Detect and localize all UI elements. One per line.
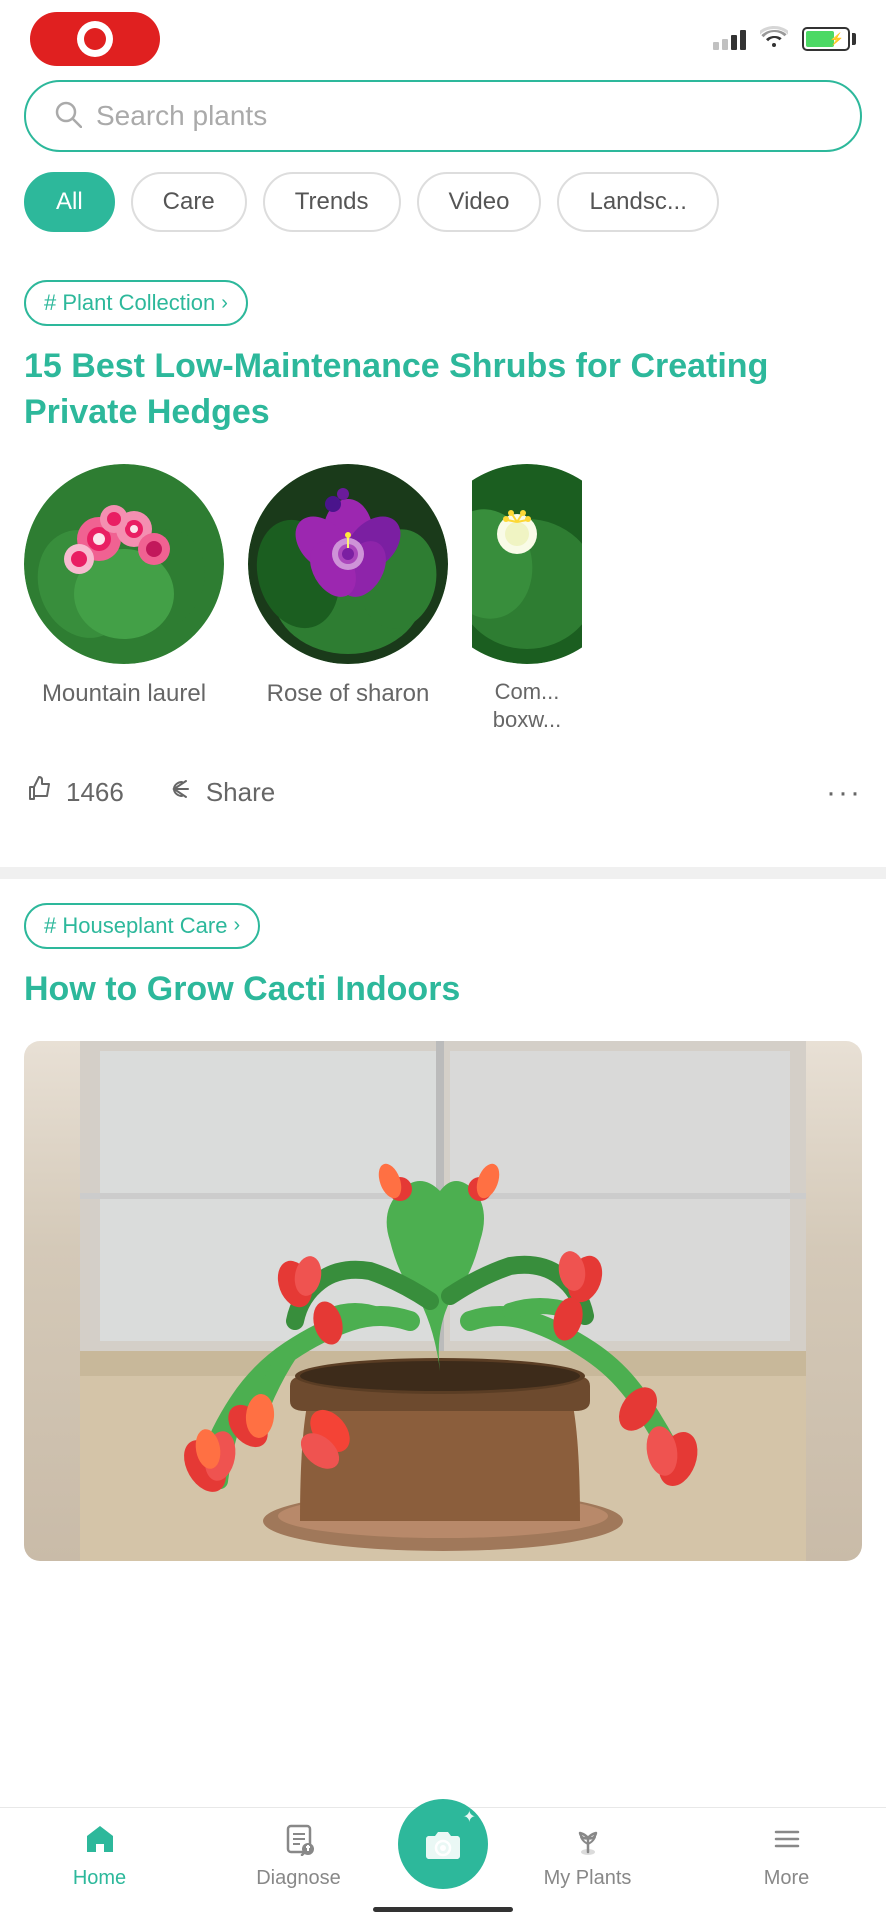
like-count: 1466 (66, 777, 124, 808)
tab-trends[interactable]: Trends (263, 172, 401, 232)
card2-title: How to Grow Cacti Indoors (24, 967, 862, 1013)
status-right: ⚡ (713, 25, 856, 53)
card-plant-collection: # Plant Collection › 15 Best Low-Mainten… (0, 256, 886, 847)
plant-name-mountain-laurel: Mountain laurel (42, 678, 206, 709)
home-indicator (373, 1907, 513, 1912)
record-dot (77, 21, 113, 57)
bottom-nav: Home Diagnose ✦ (0, 1807, 886, 1920)
signal-icon (713, 28, 746, 50)
plant-circle-rose-of-sharon (248, 464, 448, 664)
nav-myplants-label: My Plants (544, 1867, 632, 1890)
signal-bar-1 (713, 42, 719, 50)
record-inner (84, 28, 106, 50)
card-houseplant-care: # Houseplant Care › How to Grow Cacti In… (0, 867, 886, 1585)
share-icon (164, 773, 196, 813)
card1-title: 15 Best Low-Maintenance Shrubs for Creat… (24, 344, 862, 436)
thumbs-up-icon (24, 773, 56, 813)
tab-video[interactable]: Video (417, 172, 542, 232)
signal-bar-3 (731, 35, 737, 50)
search-bar-container: Search plants (0, 70, 886, 172)
tag-houseplant-label: # Houseplant Care (44, 913, 227, 939)
more-icon (770, 1822, 804, 1861)
tab-all[interactable]: All (24, 172, 115, 232)
nav-more-label: More (764, 1867, 810, 1890)
nav-diagnose[interactable]: Diagnose (199, 1822, 398, 1890)
share-label: Share (206, 777, 275, 808)
sparkle-icon: ✦ (463, 1807, 476, 1827)
cacti-scene (24, 1041, 862, 1561)
nav-home-label: Home (73, 1867, 126, 1890)
search-icon (54, 100, 82, 132)
record-button[interactable] (30, 12, 160, 66)
status-left (30, 12, 160, 66)
article-image-cacti[interactable] (24, 1041, 862, 1561)
plant-item-rose-of-sharon[interactable]: Rose of sharon (248, 464, 448, 735)
tab-care[interactable]: Care (131, 172, 247, 232)
tab-landscape[interactable]: Landsc... (557, 172, 718, 232)
share-button[interactable]: Share (164, 763, 275, 823)
like-button[interactable]: 1466 (24, 763, 124, 823)
tag-plant-collection[interactable]: # Plant Collection › (24, 280, 248, 326)
nav-more[interactable]: More (687, 1822, 886, 1890)
signal-bar-2 (722, 39, 728, 50)
nav-myplants[interactable]: My Plants (488, 1822, 687, 1890)
plant-name-rose-of-sharon: Rose of sharon (267, 678, 430, 709)
home-icon (83, 1822, 117, 1861)
nav-camera[interactable]: ✦ (398, 1823, 488, 1889)
card1-actions: 1466 Share ··· (24, 763, 862, 823)
status-bar: ⚡ (0, 0, 886, 70)
battery-icon: ⚡ (802, 27, 856, 51)
plant-item-mountain-laurel[interactable]: Mountain laurel (24, 464, 224, 735)
tag-label: # Plant Collection (44, 290, 215, 316)
plant-item-third[interactable]: Com...boxw... (472, 464, 582, 735)
plants-row: Mountain laurel (24, 464, 862, 735)
nav-home[interactable]: Home (0, 1822, 199, 1890)
plant-name-third: Com...boxw... (493, 678, 561, 735)
plant-circle-mountain-laurel (24, 464, 224, 664)
more-options-button[interactable]: ··· (826, 776, 862, 810)
nav-diagnose-label: Diagnose (256, 1867, 341, 1890)
filter-tabs: All Care Trends Video Landsc... (0, 172, 886, 256)
more-dots-icon: ··· (826, 776, 862, 809)
search-bar[interactable]: Search plants (24, 80, 862, 152)
chevron-right-icon: › (221, 292, 228, 315)
signal-bar-4 (740, 30, 746, 50)
wifi-icon (760, 25, 788, 53)
camera-button[interactable]: ✦ (398, 1799, 488, 1889)
tag-houseplant-care[interactable]: # Houseplant Care › (24, 903, 260, 949)
my-plants-icon (571, 1822, 605, 1861)
plant-circle-third (472, 464, 582, 664)
chevron-right-icon-2: › (233, 914, 240, 937)
search-placeholder: Search plants (96, 100, 267, 132)
diagnose-icon (282, 1822, 316, 1861)
content-area: # Plant Collection › 15 Best Low-Mainten… (0, 256, 886, 1745)
